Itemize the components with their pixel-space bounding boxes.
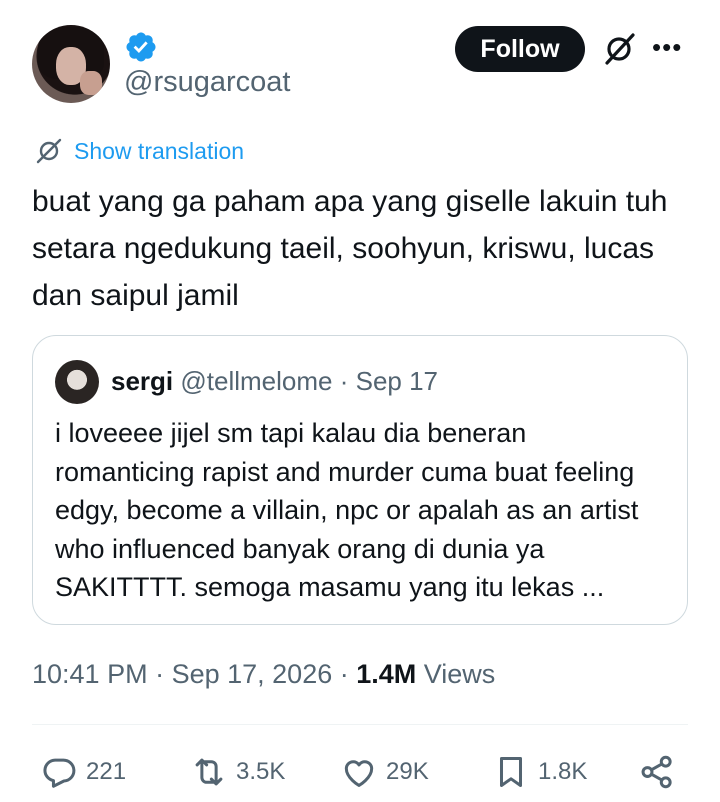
quoted-author-avatar[interactable]: [55, 360, 99, 404]
heart-icon: [344, 760, 374, 787]
divider: [32, 724, 688, 725]
meta-separator: ·: [147, 659, 172, 689]
bookmark-icon: [499, 757, 523, 787]
repost-button[interactable]: 3.5K: [190, 750, 285, 794]
author-handle[interactable]: @rsugarcoat: [124, 66, 290, 99]
author-avatar[interactable]: [32, 25, 110, 103]
views-label: Views: [416, 659, 496, 689]
share-icon: [641, 755, 672, 789]
more-options-icon[interactable]: •••: [652, 34, 686, 60]
repost-icon: [195, 758, 223, 786]
bookmark-button[interactable]: 1.8K: [492, 750, 587, 794]
bookmark-count: 1.8K: [538, 758, 588, 785]
quoted-date[interactable]: Sep 17: [356, 366, 438, 396]
tweet-text: buat yang ga paham apa yang giselle laku…: [32, 185, 668, 312]
quoted-tweet-text: i loveeee jijel sm tapi kalau dia benera…: [55, 418, 639, 602]
quoted-tweet-card[interactable]: sergi @tellmelome · Sep 17 i loveeee jij…: [32, 335, 688, 625]
tweet-timestamp: 10:41 PM · Sep 17, 2026 · 1.4M Views: [32, 659, 495, 690]
like-button[interactable]: 29K: [340, 750, 429, 794]
tweet-actions-bar: 221 3.5K 29K 1.8K: [0, 750, 720, 794]
repost-count: 3.5K: [236, 758, 286, 785]
views-count: 1.4M: [356, 659, 417, 689]
follow-button[interactable]: Follow: [455, 26, 585, 72]
tweet-date[interactable]: Sep 17, 2026: [172, 659, 333, 689]
quoted-author-handle[interactable]: @tellmelome: [180, 366, 332, 396]
quoted-separator: ·: [332, 366, 356, 396]
verified-badge-icon: [126, 32, 156, 62]
like-count: 29K: [386, 758, 429, 785]
grok-icon: [36, 138, 62, 164]
quoted-tweet-header: sergi @tellmelome · Sep 17: [111, 366, 438, 397]
meta-separator: ·: [332, 659, 357, 689]
grok-icon[interactable]: [600, 30, 638, 68]
reply-icon: [43, 758, 76, 788]
quoted-author-name[interactable]: sergi: [111, 366, 173, 396]
show-translation-label: Show translation: [74, 137, 245, 164]
share-button[interactable]: [638, 750, 676, 794]
tweet-time[interactable]: 10:41 PM: [32, 659, 148, 689]
show-translation-link[interactable]: Show translation: [34, 136, 244, 166]
reply-button[interactable]: 221: [40, 750, 126, 794]
reply-count: 221: [86, 758, 127, 785]
